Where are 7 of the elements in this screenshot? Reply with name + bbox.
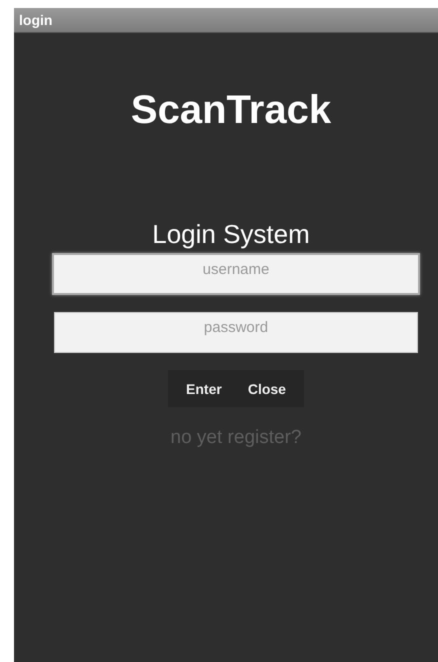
login-heading: Login System (152, 219, 310, 250)
text-button[interactable]: Close (238, 376, 296, 400)
text-button[interactable]: Enter (176, 376, 232, 400)
window-title: login (19, 12, 52, 28)
app-title: ScanTrack (130, 88, 332, 133)
input-field[interactable]: password (54, 312, 418, 353)
input-field[interactable]: username (52, 253, 420, 295)
